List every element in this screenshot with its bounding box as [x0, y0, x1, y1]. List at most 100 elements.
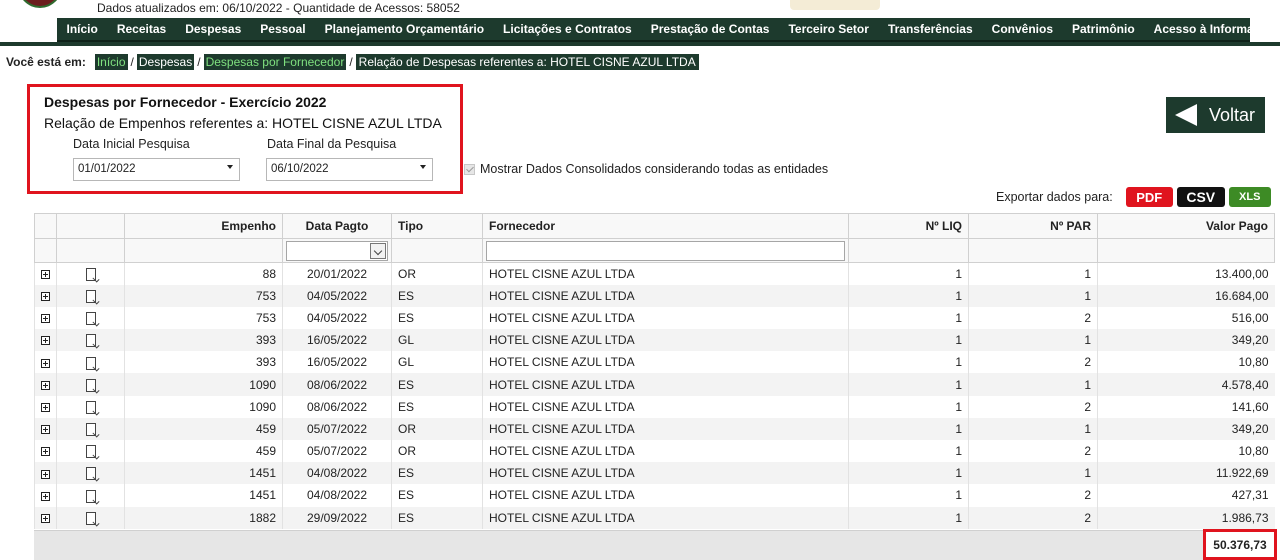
cell-valor-pago: 349,20: [1097, 417, 1275, 440]
header-num-liq[interactable]: Nº LIQ: [848, 213, 969, 239]
header-num-par[interactable]: Nº PAR: [968, 213, 1098, 239]
voltar-label: Voltar: [1208, 104, 1255, 125]
document-arrow-icon[interactable]: [85, 511, 96, 525]
expand-plus-icon[interactable]: [41, 270, 50, 280]
expand-cell: [34, 284, 57, 307]
cell-valor-pago: 16.684,00: [1097, 284, 1275, 307]
expand-plus-icon[interactable]: [41, 425, 50, 435]
cell-num-par: 1: [968, 373, 1098, 396]
cell-data-pagto: 20/01/2022: [282, 262, 392, 285]
cell-data-pagto: 04/08/2022: [282, 484, 392, 507]
document-arrow-icon[interactable]: [85, 356, 96, 370]
expand-plus-icon[interactable]: [41, 513, 50, 523]
cell-fornecedor: HOTEL CISNE AZUL LTDA: [482, 373, 849, 396]
date-filter-select[interactable]: [286, 240, 388, 261]
cell-data-pagto: 08/06/2022: [282, 373, 392, 396]
logo: [18, 0, 62, 8]
nav-despesas[interactable]: Despesas: [176, 22, 251, 36]
expand-plus-icon[interactable]: [41, 469, 50, 479]
cell-tipo: ES: [391, 484, 483, 507]
page-title: Despesas por Fornecedor - Exercício 2022: [44, 94, 327, 110]
nav-pessoal[interactable]: Pessoal: [251, 22, 315, 36]
document-arrow-icon[interactable]: [85, 268, 96, 281]
breadcrumb-despesas[interactable]: Despesas: [136, 54, 195, 70]
table-row: 88 20/01/2022 OR HOTEL CISNE AZUL LTDA 1…: [34, 262, 1275, 285]
expand-plus-icon[interactable]: [41, 447, 50, 457]
nav-terceiro-setor[interactable]: Terceiro Setor: [779, 22, 878, 36]
expand-cell: [34, 373, 57, 396]
document-arrow-icon[interactable]: [85, 312, 96, 326]
cell-num-par: 1: [968, 417, 1098, 440]
cell-tipo: OR: [391, 417, 483, 440]
details-cell: [56, 506, 125, 529]
nav-prestacao-contas[interactable]: Prestação de Contas: [641, 22, 779, 36]
cell-valor-pago: 13.400,00: [1097, 262, 1275, 285]
header-data-pagto[interactable]: Data Pagto: [282, 213, 392, 239]
expand-cell: [34, 462, 57, 485]
cell-valor-pago: 11.922,69: [1097, 462, 1275, 485]
breadcrumb-despesas-fornecedor[interactable]: Despesas por Fornecedor: [203, 54, 347, 70]
nav-receitas[interactable]: Receitas: [107, 22, 175, 36]
document-arrow-icon[interactable]: [85, 378, 96, 392]
cell-empenho: 459: [124, 417, 283, 440]
cell-valor-pago: 349,20: [1097, 329, 1275, 352]
fornecedor-filter-input[interactable]: [486, 240, 845, 261]
nav-acesso-informacao[interactable]: Acesso à Informação: [1144, 22, 1280, 36]
header-valor-pago[interactable]: Valor Pago: [1097, 213, 1275, 239]
header-empenho[interactable]: Empenho: [124, 213, 283, 239]
filter-cell: [282, 238, 392, 263]
cell-num-liq: 1: [848, 484, 969, 507]
document-arrow-icon[interactable]: [85, 400, 96, 414]
expand-plus-icon[interactable]: [41, 292, 50, 302]
cell-valor-pago: 10,80: [1097, 351, 1275, 374]
expand-plus-icon[interactable]: [41, 403, 50, 413]
breadcrumb-separator: /: [349, 55, 353, 69]
end-date-select[interactable]: 06/10/2022: [266, 158, 433, 181]
nav-planejamento[interactable]: Planejamento Orçamentário: [315, 22, 493, 36]
expand-cell: [34, 484, 57, 507]
expand-plus-icon[interactable]: [41, 380, 50, 390]
consolidated-option[interactable]: Mostrar Dados Consolidados considerando …: [464, 162, 828, 176]
cell-num-par: 1: [968, 262, 1098, 285]
cell-empenho: 459: [124, 440, 283, 463]
expand-plus-icon[interactable]: [41, 358, 50, 368]
cell-num-liq: 1: [848, 329, 969, 352]
breadcrumb-inicio[interactable]: Início: [94, 54, 128, 70]
export-xls-button[interactable]: XLS: [1228, 187, 1271, 207]
export-csv-button[interactable]: CSV: [1176, 187, 1225, 207]
expand-plus-icon[interactable]: [41, 491, 50, 501]
nav-inicio[interactable]: Início: [57, 22, 107, 36]
cell-tipo: OR: [391, 262, 483, 285]
cell-fornecedor: HOTEL CISNE AZUL LTDA: [482, 417, 849, 440]
cell-empenho: 1451: [124, 484, 283, 507]
nav-licitacoes[interactable]: Licitações e Contratos: [494, 22, 642, 36]
nav-convenios[interactable]: Convênios: [982, 22, 1062, 36]
chevron-down-icon[interactable]: [370, 242, 386, 259]
nav-patrimonio[interactable]: Patrimônio: [1063, 22, 1145, 36]
document-arrow-icon[interactable]: [85, 334, 96, 348]
breadcrumb-separator: /: [197, 55, 201, 69]
cell-valor-pago: 4.578,40: [1097, 373, 1275, 396]
header-fornecedor[interactable]: Fornecedor: [482, 213, 849, 239]
caret-down-icon: [420, 165, 426, 169]
header-tipo[interactable]: Tipo: [391, 213, 483, 239]
document-arrow-icon[interactable]: [85, 445, 96, 459]
expand-plus-icon[interactable]: [41, 314, 50, 324]
table-row: 1451 04/08/2022 ES HOTEL CISNE AZUL LTDA…: [34, 484, 1275, 507]
table-row: 393 16/05/2022 GL HOTEL CISNE AZUL LTDA …: [34, 351, 1275, 374]
expand-plus-icon[interactable]: [41, 336, 50, 346]
document-arrow-icon[interactable]: [85, 423, 96, 437]
consolidated-checkbox[interactable]: [464, 163, 475, 175]
cell-data-pagto: 05/07/2022: [282, 440, 392, 463]
nav-transferencias[interactable]: Transferências: [878, 22, 982, 36]
cell-data-pagto: 08/06/2022: [282, 395, 392, 418]
document-arrow-icon[interactable]: [85, 467, 96, 481]
header-expand: [34, 213, 57, 239]
cell-tipo: GL: [391, 329, 483, 352]
table-row: 459 05/07/2022 OR HOTEL CISNE AZUL LTDA …: [34, 417, 1275, 440]
document-arrow-icon[interactable]: [85, 289, 96, 303]
document-arrow-icon[interactable]: [85, 489, 96, 503]
voltar-button[interactable]: Voltar: [1166, 97, 1265, 133]
start-date-select[interactable]: 01/01/2022: [73, 158, 240, 181]
export-pdf-button[interactable]: PDF: [1125, 187, 1173, 207]
